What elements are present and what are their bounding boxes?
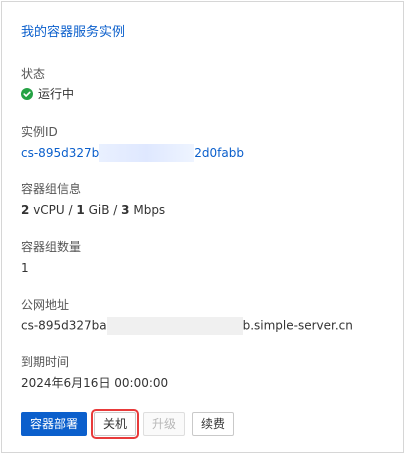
deploy-button[interactable]: 容器部署 [21,412,88,436]
cpu-value: 2 [21,203,30,217]
bandwidth-unit: Mbps [133,203,166,217]
info-separator-2: / [113,203,118,217]
memory-unit: GiB [88,203,110,217]
instance-id-label: 实例ID [21,125,58,139]
public-address-prefix: cs-895d327ba [21,318,107,333]
renew-button[interactable]: 续费 [192,412,235,436]
instance-card: 我的容器服务实例 状态 运行中 实例ID cs-895d327b 2d0fabb … [1,1,404,453]
instance-id-link[interactable]: cs-895d327b 2d0fabb [21,144,244,162]
card-title: 我的容器服务实例 [21,25,126,40]
public-address-redaction [106,317,243,335]
status-value-row: 运行中 [21,86,74,102]
check-circle-icon [21,88,33,100]
group-count-label: 容器组数量 [21,240,82,254]
status-text: 运行中 [38,87,75,101]
status-label: 状态 [21,67,46,81]
info-separator-1: / [68,203,73,217]
expiry-label: 到期时间 [21,355,70,369]
group-info-label: 容器组信息 [21,182,82,196]
instance-id-suffix: 2d0fabb [194,145,244,160]
cpu-unit: vCPU [33,203,65,217]
memory-value: 1 [76,203,85,217]
public-address-value: cs-895d327ba b.simple-server.cn [21,317,353,335]
instance-id-redaction [99,144,195,162]
instance-id-prefix: cs-895d327b [21,145,100,160]
group-count-value: 1 [21,261,29,275]
expiry-value: 2024年6月16日 00:00:00 [21,376,169,390]
upgrade-button[interactable]: 升级 [143,412,186,436]
public-address-suffix: b.simple-server.cn [242,318,353,333]
public-address-label: 公网地址 [21,298,70,312]
shutdown-button[interactable]: 关机 [91,409,140,439]
bandwidth-value: 3 [121,203,130,217]
instance-id-value: cs-895d327b 2d0fabb [21,144,244,162]
group-info-value: 2 vCPU / 1 GiB / 3 Mbps [21,202,165,218]
action-buttons: 容器部署 关机 升级 续费 [21,409,235,439]
